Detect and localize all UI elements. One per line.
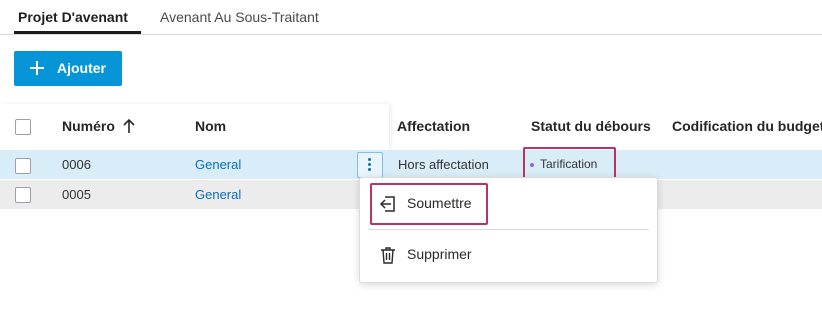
column-header-numero[interactable]: Numéro xyxy=(62,118,115,134)
column-header-nom[interactable]: Nom xyxy=(195,118,226,134)
menu-divider xyxy=(368,229,649,230)
row-context-menu: Soumettre Supprimer xyxy=(359,177,658,283)
row-numero: 0005 xyxy=(62,187,91,202)
status-dot-icon xyxy=(530,162,534,167)
row-more-actions-button[interactable] xyxy=(357,152,383,178)
tab-bar: Projet D'avenant Avenant Au Sous-Traitan… xyxy=(0,0,822,35)
more-dot-icon xyxy=(368,163,371,166)
menu-item-label: Supprimer xyxy=(407,246,472,262)
tab-projet-avenant[interactable]: Projet D'avenant xyxy=(18,9,128,25)
row-nom-link[interactable]: General xyxy=(195,157,241,172)
more-dot-icon xyxy=(368,158,371,161)
row-nom-link[interactable]: General xyxy=(195,187,241,202)
row-numero: 0006 xyxy=(62,157,91,172)
tab-avenant-sous-traitant[interactable]: Avenant Au Sous-Traitant xyxy=(160,9,319,25)
status-label: Tarification xyxy=(540,157,598,171)
column-header-codification[interactable]: Codification du budget xyxy=(672,118,822,134)
row-affectation: Hors affectation xyxy=(398,157,489,172)
column-header-affectation[interactable]: Affectation xyxy=(397,118,470,134)
status-badge: Tarification xyxy=(530,157,597,171)
menu-item-soumettre[interactable]: Soumettre xyxy=(360,184,657,224)
add-button-label: Ajouter xyxy=(57,60,106,76)
submit-icon xyxy=(379,196,395,212)
active-tab-indicator xyxy=(14,31,141,34)
row-checkbox[interactable] xyxy=(15,158,31,174)
more-dot-icon xyxy=(368,168,371,171)
plus-icon xyxy=(30,61,44,75)
menu-item-supprimer[interactable]: Supprimer xyxy=(360,235,657,275)
trash-icon xyxy=(381,247,395,264)
sort-ascending-icon[interactable] xyxy=(122,118,136,134)
add-button[interactable]: Ajouter xyxy=(14,51,122,86)
select-all-checkbox[interactable] xyxy=(15,119,31,135)
row-checkbox[interactable] xyxy=(15,187,31,203)
menu-item-label: Soumettre xyxy=(407,195,472,211)
column-header-statut[interactable]: Statut du débours xyxy=(531,118,651,134)
